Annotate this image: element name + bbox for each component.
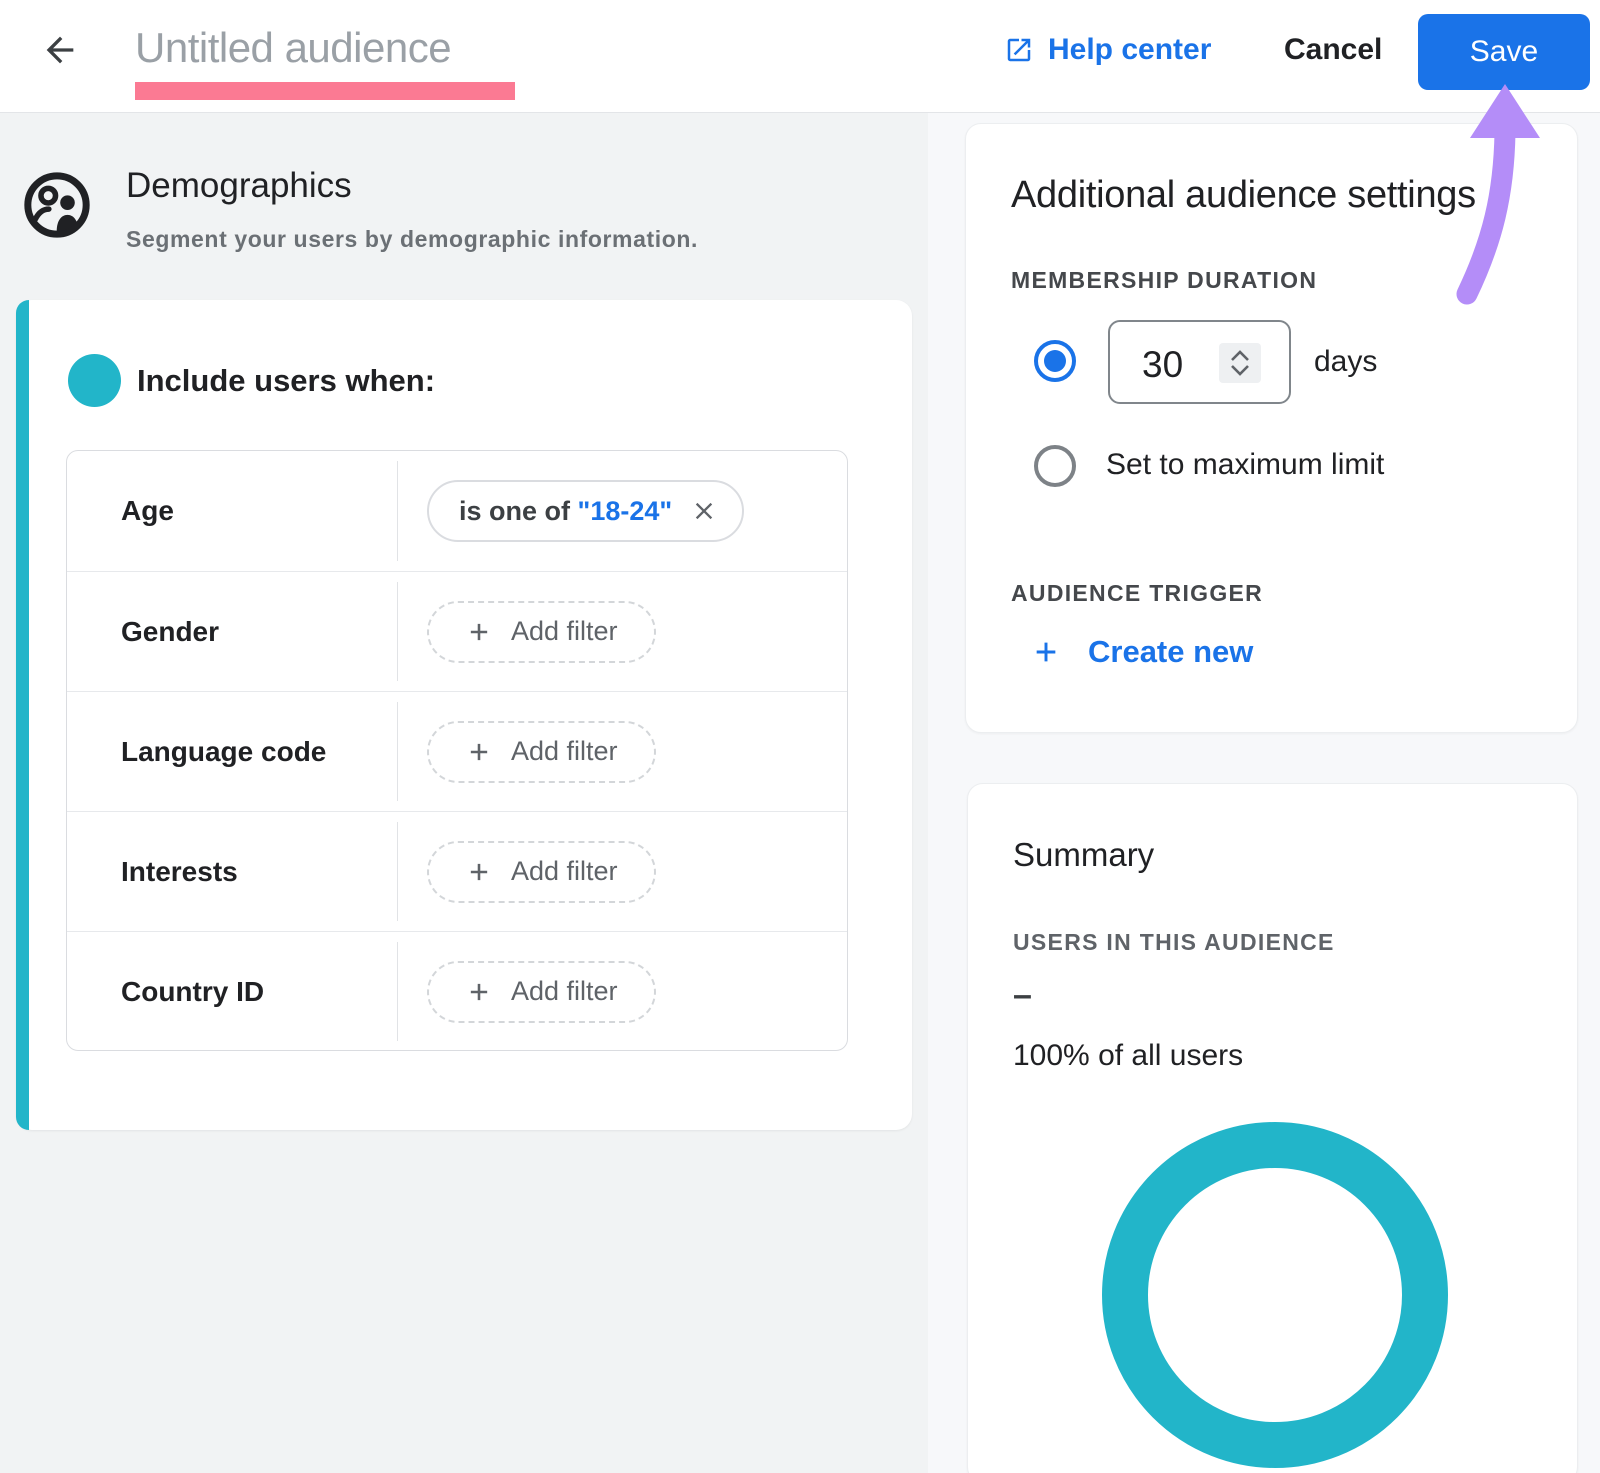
include-accent-strip: [16, 300, 29, 1130]
audience-donut-chart: [1102, 1122, 1448, 1468]
max-limit-label: Set to maximum limit: [1106, 448, 1384, 482]
chevron-down-icon: [1228, 363, 1252, 378]
plus-icon: [1030, 636, 1062, 668]
age-chip-operator: is one of: [459, 496, 578, 527]
help-center-label: Help center: [1048, 33, 1211, 67]
close-icon: [690, 497, 718, 525]
column-divider: [397, 702, 398, 801]
summary-card: Summary USERS IN THIS AUDIENCE – 100% of…: [967, 783, 1578, 1473]
add-filter-label: Add filter: [511, 616, 618, 647]
include-heading: Include users when:: [137, 363, 435, 399]
percent-of-all-users: 100% of all users: [1013, 1039, 1243, 1073]
save-button[interactable]: Save: [1418, 14, 1590, 90]
settings-title: Additional audience settings: [1011, 174, 1476, 217]
plus-icon: [465, 738, 493, 766]
table-row-interests: Interests Add filter: [67, 811, 847, 931]
add-filter-label: Add filter: [511, 736, 618, 767]
duration-value: 30: [1142, 344, 1183, 386]
row-label-interests: Interests: [67, 856, 397, 888]
duration-input[interactable]: 30: [1108, 320, 1291, 404]
dimension-filter-table: Age is one of "18-24" Gender: [66, 450, 848, 1051]
add-filter-button-language-code[interactable]: Add filter: [427, 721, 656, 783]
section-title: Demographics: [126, 166, 352, 206]
row-label-age: Age: [67, 495, 397, 527]
add-filter-label: Add filter: [511, 976, 618, 1007]
row-label-language-code: Language code: [67, 736, 397, 768]
title-underline-highlight: [135, 82, 515, 100]
additional-settings-card: Additional audience settings MEMBERSHIP …: [965, 123, 1578, 733]
add-filter-button-interests[interactable]: Add filter: [427, 841, 656, 903]
duration-unit-label: days: [1314, 345, 1377, 379]
duration-days-radio[interactable]: [1034, 340, 1076, 382]
audience-title-input[interactable]: Untitled audience: [135, 24, 451, 72]
create-new-label: Create new: [1088, 634, 1253, 670]
column-divider: [397, 942, 398, 1041]
add-filter-button-gender[interactable]: Add filter: [427, 601, 656, 663]
column-divider: [397, 822, 398, 921]
age-chip-value: "18-24": [578, 496, 673, 527]
plus-icon: [465, 858, 493, 886]
section-subtitle: Segment your users by demographic inform…: [126, 226, 698, 253]
column-divider: [397, 461, 398, 561]
help-center-link[interactable]: Help center: [1004, 30, 1211, 70]
users-in-audience-value: –: [1013, 976, 1032, 1015]
add-filter-label: Add filter: [511, 856, 618, 887]
chevron-up-icon: [1228, 348, 1252, 363]
remove-filter-button[interactable]: [690, 497, 718, 525]
top-bar: Untitled audience Help center Cancel Sav…: [0, 0, 1600, 113]
open-in-new-icon: [1004, 35, 1034, 65]
table-row-country-id: Country ID Add filter: [67, 931, 847, 1051]
table-row-language-code: Language code Add filter: [67, 691, 847, 811]
column-divider: [397, 582, 398, 681]
row-label-gender: Gender: [67, 616, 397, 648]
include-condition-card: Include users when: Age is one of "18-24…: [16, 300, 912, 1130]
table-row-gender: Gender Add filter: [67, 571, 847, 691]
plus-icon: [465, 618, 493, 646]
duration-stepper[interactable]: [1219, 343, 1261, 383]
membership-duration-label: MEMBERSHIP DURATION: [1011, 267, 1317, 294]
table-row-age: Age is one of "18-24": [67, 451, 847, 571]
audience-trigger-label: AUDIENCE TRIGGER: [1011, 580, 1263, 607]
summary-title: Summary: [1013, 836, 1154, 874]
users-in-audience-label: USERS IN THIS AUDIENCE: [1013, 929, 1335, 956]
back-button[interactable]: [40, 30, 80, 70]
max-limit-radio[interactable]: [1034, 445, 1076, 487]
plus-icon: [465, 978, 493, 1006]
back-arrow-icon: [40, 30, 80, 70]
add-filter-button-country-id[interactable]: Add filter: [427, 961, 656, 1023]
cancel-button[interactable]: Cancel: [1270, 30, 1396, 70]
demographics-icon: [22, 170, 92, 240]
age-filter-chip[interactable]: is one of "18-24": [427, 480, 744, 542]
create-new-trigger-link[interactable]: Create new: [1030, 634, 1253, 670]
include-indicator-dot: [68, 354, 121, 407]
row-label-country-id: Country ID: [67, 976, 397, 1008]
audience-builder-screen: Untitled audience Help center Cancel Sav…: [0, 0, 1600, 1473]
